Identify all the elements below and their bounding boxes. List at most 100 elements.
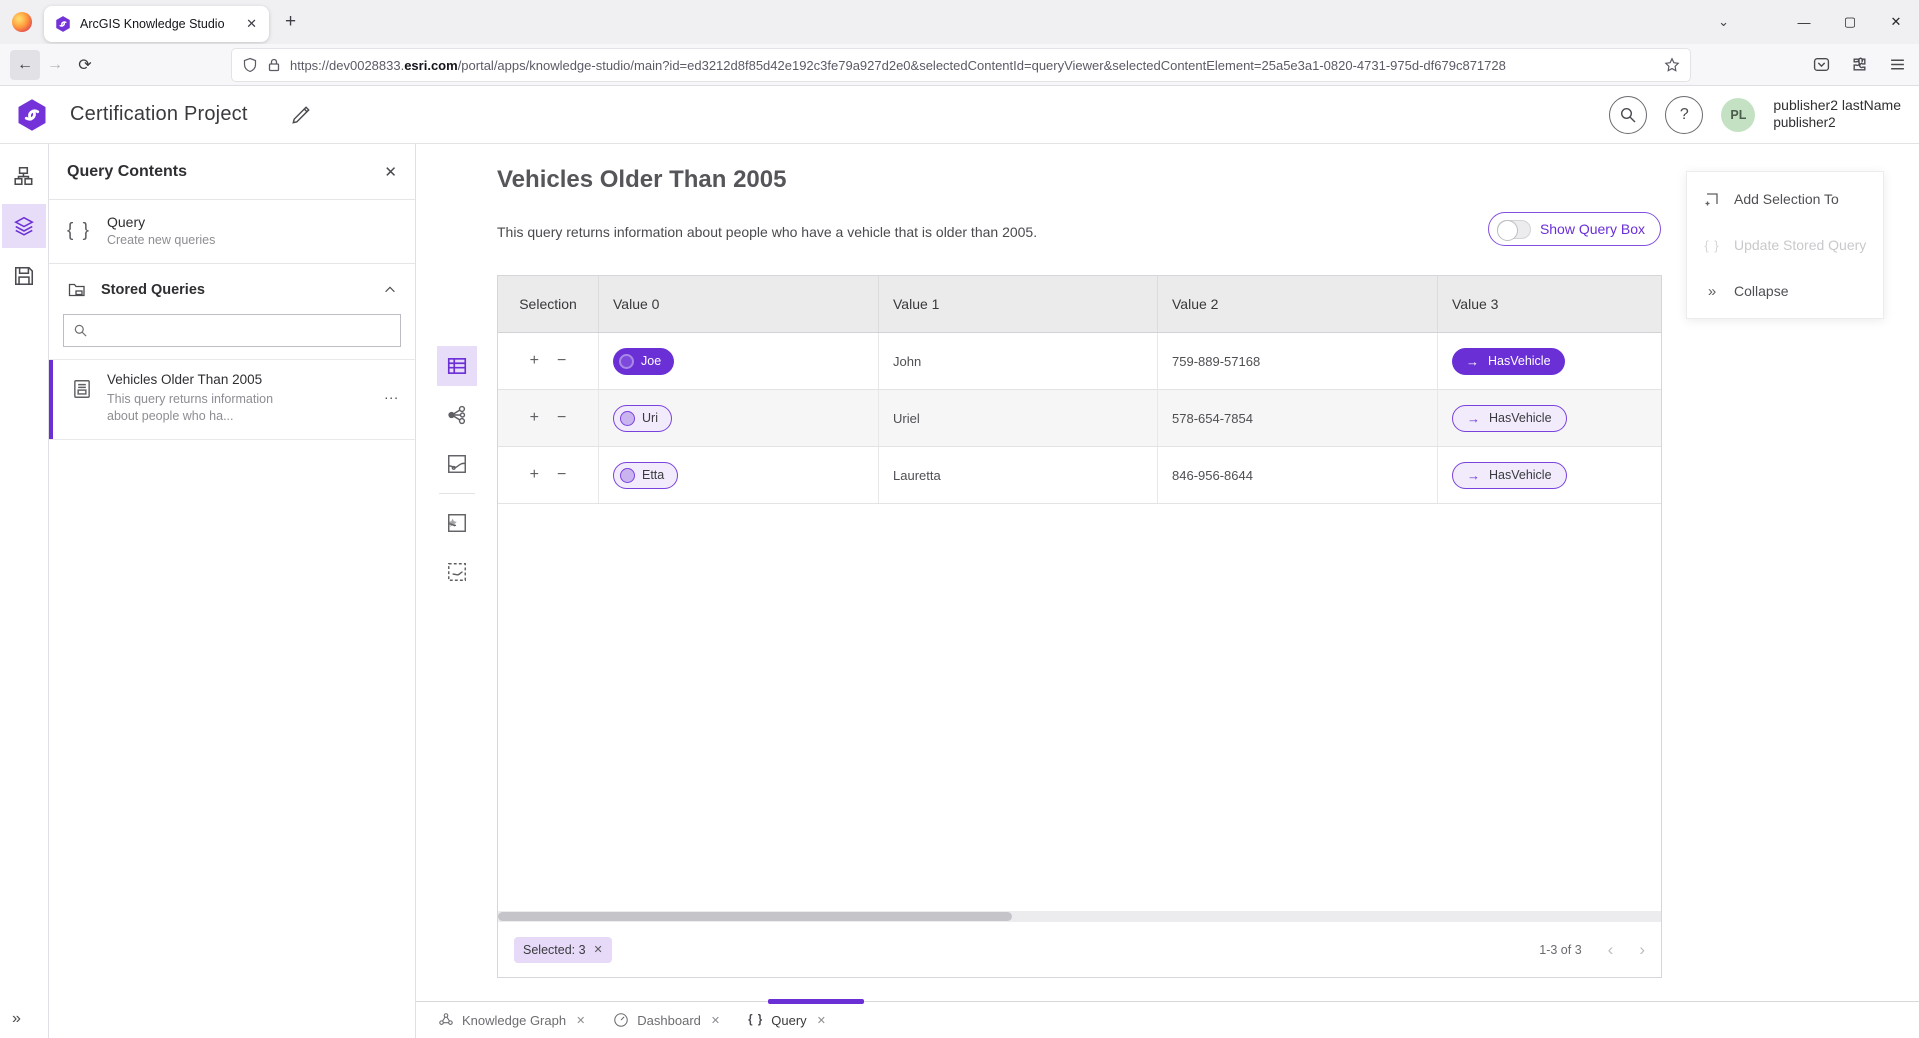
panel-title: Query Contents bbox=[67, 163, 384, 181]
panel-close-icon[interactable]: ✕ bbox=[384, 163, 397, 181]
selection-context-menu: Add Selection To { } Update Stored Query… bbox=[1686, 171, 1884, 319]
pocket-icon[interactable] bbox=[1807, 49, 1835, 79]
add-to-selection-button[interactable]: + bbox=[530, 409, 539, 427]
list-all-tabs-icon[interactable]: ⌄ bbox=[1718, 14, 1729, 30]
column-header-value0: Value 0 bbox=[599, 276, 879, 332]
cell-value1: John bbox=[879, 333, 1158, 389]
browser-navbar: ← → ⟳ https://dev0028833.esri.com/portal… bbox=[0, 44, 1919, 86]
clear-selection-icon[interactable]: ✕ bbox=[594, 943, 603, 956]
entity-pill[interactable]: Joe bbox=[613, 348, 674, 375]
left-rail: » bbox=[0, 144, 49, 1038]
window-maximize-button[interactable]: ▢ bbox=[1827, 0, 1873, 44]
stored-query-title: Vehicles Older Than 2005 bbox=[107, 372, 307, 387]
browser-window: ArcGIS Knowledge Studio ✕ + ⌄ — ▢ ✕ ← → … bbox=[0, 0, 1919, 1038]
app-logo-icon bbox=[14, 97, 50, 133]
entity-dot-icon bbox=[619, 354, 634, 369]
relationship-pill[interactable]: →HasVehicle bbox=[1452, 405, 1567, 432]
rail-contents-button[interactable] bbox=[2, 204, 46, 248]
scrollbar-thumb[interactable] bbox=[498, 912, 1012, 921]
window-close-button[interactable]: ✕ bbox=[1873, 0, 1919, 44]
entity-dot-icon bbox=[620, 411, 635, 426]
stored-query-item[interactable]: Vehicles Older Than 2005 This query retu… bbox=[49, 359, 415, 440]
stored-queries-header[interactable]: Stored Queries bbox=[49, 264, 415, 310]
back-button[interactable]: ← bbox=[10, 50, 40, 80]
rail-save-button[interactable] bbox=[2, 254, 46, 298]
user-info[interactable]: publisher2 lastName publisher2 bbox=[1773, 97, 1901, 131]
browser-titlebar: ArcGIS Knowledge Studio ✕ + ⌄ — ▢ ✕ bbox=[0, 0, 1919, 44]
table-view-button[interactable] bbox=[437, 346, 477, 386]
add-to-selection-button[interactable]: + bbox=[530, 466, 539, 484]
tab-query[interactable]: { } Query ✕ bbox=[734, 1002, 840, 1038]
new-map-view-button[interactable] bbox=[437, 503, 477, 543]
query-item-subtitle: Create new queries bbox=[107, 233, 215, 247]
cell-value2: 759-889-57168 bbox=[1158, 333, 1438, 389]
horizontal-scrollbar[interactable] bbox=[498, 911, 1661, 922]
selection-view-button[interactable] bbox=[437, 552, 477, 592]
toolbar-divider bbox=[439, 493, 475, 494]
entity-pill[interactable]: Uri bbox=[613, 405, 672, 432]
user-name: publisher2 lastName bbox=[1773, 97, 1901, 115]
link-chart-view-button[interactable] bbox=[437, 395, 477, 435]
user-avatar[interactable]: PL bbox=[1721, 98, 1755, 132]
menu-item-collapse[interactable]: » Collapse bbox=[1687, 268, 1883, 314]
tab-dashboard[interactable]: Dashboard ✕ bbox=[599, 1002, 734, 1038]
table-row: + − Uri Uriel 578-654-7854 →HasVehicle bbox=[498, 390, 1661, 447]
query-item[interactable]: { } Query Create new queries bbox=[49, 200, 415, 264]
selected-count-chip[interactable]: Selected: 3 ✕ bbox=[514, 937, 612, 963]
tab-close-icon[interactable]: ✕ bbox=[817, 1014, 826, 1027]
search-button[interactable] bbox=[1609, 96, 1647, 134]
edit-title-pencil-icon[interactable] bbox=[290, 104, 312, 126]
add-to-selection-button[interactable]: + bbox=[530, 352, 539, 370]
entity-dot-icon bbox=[620, 468, 635, 483]
toggle-switch[interactable] bbox=[1497, 220, 1531, 239]
remove-from-selection-button[interactable]: − bbox=[557, 352, 566, 370]
remove-from-selection-button[interactable]: − bbox=[557, 409, 566, 427]
stored-queries-search-input[interactable] bbox=[96, 315, 391, 346]
help-button[interactable]: ? bbox=[1665, 96, 1703, 134]
query-contents-panel: Query Contents ✕ { } Query Create new qu… bbox=[49, 144, 416, 1038]
table-row: + − Joe John 759-889-57168 →HasVehicle bbox=[498, 333, 1661, 390]
stored-query-description: This query returns information about peo… bbox=[107, 391, 307, 425]
relationship-pill[interactable]: →HasVehicle bbox=[1452, 462, 1567, 489]
remove-from-selection-button[interactable]: − bbox=[557, 466, 566, 484]
expand-rail-icon[interactable]: » bbox=[12, 1010, 21, 1028]
chevron-up-icon[interactable] bbox=[383, 283, 397, 297]
firefox-view-icon[interactable] bbox=[12, 12, 32, 32]
row-range-label: 1-3 of 3 bbox=[1539, 943, 1581, 957]
reload-button[interactable]: ⟳ bbox=[70, 50, 100, 80]
map-view-button[interactable] bbox=[437, 444, 477, 484]
entity-pill[interactable]: Etta bbox=[613, 462, 678, 489]
table-row: + − Etta Lauretta 846-956-8644 →HasVehic… bbox=[498, 447, 1661, 504]
braces-icon: { } bbox=[67, 220, 91, 242]
table-footer: Selected: 3 ✕ 1-3 of 3 ‹ › bbox=[498, 922, 1661, 977]
url-bar[interactable]: https://dev0028833.esri.com/portal/apps/… bbox=[232, 49, 1690, 81]
arrow-icon: → bbox=[1467, 411, 1480, 426]
forward-button[interactable]: → bbox=[40, 50, 70, 80]
tab-close-icon[interactable]: ✕ bbox=[711, 1014, 720, 1027]
tab-close-icon[interactable]: ✕ bbox=[576, 1014, 585, 1027]
menu-item-update-stored-query[interactable]: { } Update Stored Query bbox=[1687, 222, 1883, 268]
user-username: publisher2 bbox=[1773, 115, 1901, 132]
menu-icon[interactable] bbox=[1883, 49, 1911, 79]
extensions-icon[interactable] bbox=[1845, 49, 1873, 79]
bookmark-star-icon[interactable] bbox=[1664, 57, 1680, 73]
knowledge-graph-icon bbox=[438, 1012, 454, 1028]
menu-item-add-selection-to[interactable]: Add Selection To bbox=[1687, 176, 1883, 222]
tab-close-icon[interactable]: ✕ bbox=[244, 16, 259, 32]
show-query-box-toggle[interactable]: Show Query Box bbox=[1488, 212, 1661, 246]
stored-query-overflow-icon[interactable]: ... bbox=[384, 386, 399, 425]
app-header: Certification Project ? PL publisher2 la… bbox=[0, 86, 1919, 144]
rail-data-model-button[interactable] bbox=[2, 154, 46, 198]
tracking-shield-icon[interactable] bbox=[242, 57, 258, 73]
new-tab-button[interactable]: + bbox=[285, 11, 296, 33]
previous-page-icon[interactable]: ‹ bbox=[1608, 940, 1614, 960]
view-toolbar bbox=[437, 346, 477, 592]
window-minimize-button[interactable]: — bbox=[1781, 0, 1827, 44]
browser-tab[interactable]: ArcGIS Knowledge Studio ✕ bbox=[44, 6, 269, 42]
stored-queries-search[interactable] bbox=[63, 314, 401, 347]
add-selection-icon bbox=[1703, 190, 1721, 208]
relationship-pill[interactable]: →HasVehicle bbox=[1452, 348, 1565, 375]
next-page-icon[interactable]: › bbox=[1639, 940, 1645, 960]
lock-icon[interactable] bbox=[266, 57, 282, 73]
tab-knowledge-graph[interactable]: Knowledge Graph ✕ bbox=[424, 1002, 599, 1038]
